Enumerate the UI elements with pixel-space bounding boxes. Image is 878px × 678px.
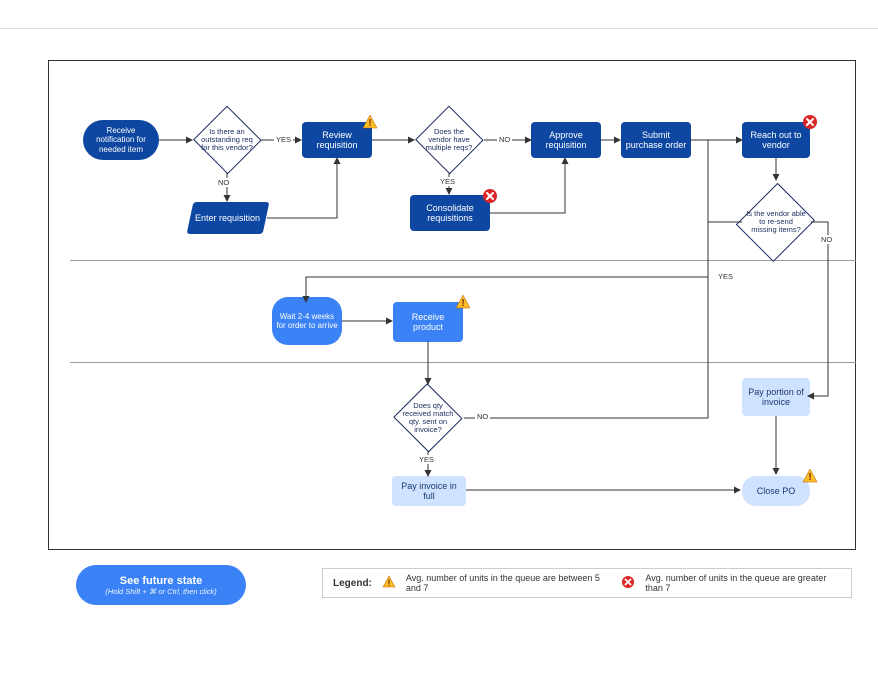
error-icon <box>621 575 635 591</box>
svg-text:!: ! <box>368 118 371 129</box>
warning-icon: ! <box>802 468 818 484</box>
decision-resend-items[interactable]: Is the vendor able to re-send missing it… <box>738 180 814 264</box>
warning-icon: ! <box>382 575 396 591</box>
error-icon <box>802 114 818 130</box>
task-approve-requisition[interactable]: Approve requisition <box>531 122 601 158</box>
label-no: NO <box>475 412 490 421</box>
legend-warn-text: Avg. number of units in the queue are be… <box>406 573 611 593</box>
task-receive-product[interactable]: Receive product <box>393 302 463 342</box>
start-event[interactable]: Receive notification for needed item <box>83 120 159 160</box>
label-yes: YES <box>438 177 457 186</box>
error-icon <box>482 188 498 204</box>
label-no: NO <box>216 178 231 187</box>
label-yes: YES <box>716 272 735 281</box>
label-no: NO <box>497 135 512 144</box>
decision-outstanding-req[interactable]: Is there an outstanding req for this ven… <box>192 106 262 174</box>
label-no: NO <box>819 235 834 244</box>
task-pay-portion[interactable]: Pay portion of invoice <box>742 378 810 416</box>
svg-text:!: ! <box>808 472 811 483</box>
task-pay-full[interactable]: Pay invoice in full <box>392 476 466 506</box>
legend-err-text: Avg. number of units in the queue are gr… <box>645 573 841 593</box>
end-close-po[interactable]: Close PO <box>742 476 810 506</box>
task-submit-po[interactable]: Submit purchase order <box>621 122 691 158</box>
legend: Legend: ! Avg. number of units in the qu… <box>322 568 852 598</box>
label-yes: YES <box>417 455 436 464</box>
task-wait[interactable]: Wait 2-4 weeks for order to arrive <box>272 297 342 345</box>
task-reach-vendor[interactable]: Reach out to vendor <box>742 122 810 158</box>
warning-icon: ! <box>455 294 471 310</box>
svg-text:!: ! <box>461 298 464 309</box>
label-yes: YES <box>274 135 293 144</box>
warning-icon: ! <box>362 114 378 130</box>
legend-title: Legend: <box>333 578 372 589</box>
decision-qty-match[interactable]: Does qty received match qty. sent on inv… <box>392 384 464 452</box>
svg-text:!: ! <box>387 578 390 588</box>
task-consolidate-requisitions[interactable]: Consolidate requisitions <box>410 195 490 231</box>
decision-multiple-reqs[interactable]: Does the vendor have multiple reqs? <box>414 106 484 174</box>
future-state-button[interactable]: See future state (Hold Shift + ⌘ or Ctrl… <box>76 565 246 605</box>
task-enter-requisition[interactable]: Enter requisition <box>187 202 270 234</box>
